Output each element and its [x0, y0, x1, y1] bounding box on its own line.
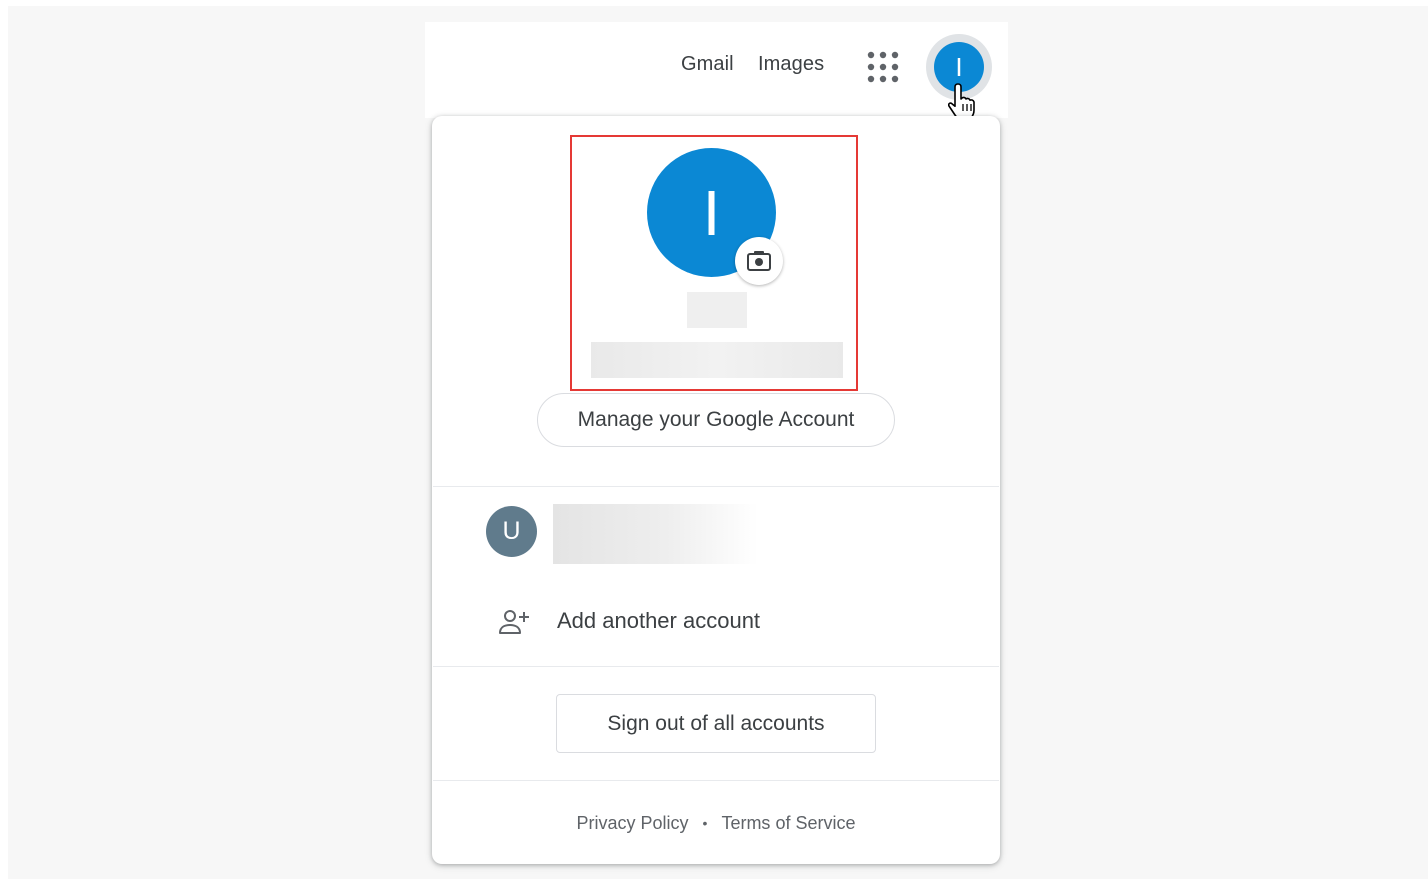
gmail-link[interactable]: Gmail	[681, 53, 734, 76]
sign-out-button[interactable]: Sign out of all accounts	[556, 694, 876, 753]
divider	[433, 666, 999, 667]
images-link[interactable]: Images	[758, 53, 824, 76]
divider	[433, 486, 999, 487]
divider	[433, 780, 999, 781]
footer-separator: •	[702, 815, 708, 831]
add-another-account-link[interactable]: Add another account	[557, 608, 760, 634]
terms-of-service-link[interactable]: Terms of Service	[721, 813, 855, 834]
manage-account-button[interactable]: Manage your Google Account	[537, 393, 895, 447]
add-person-icon	[499, 610, 529, 634]
apps-grid-icon[interactable]	[866, 50, 900, 84]
privacy-policy-link[interactable]: Privacy Policy	[577, 813, 689, 834]
highlight-box	[570, 135, 858, 391]
other-account-avatar[interactable]: U	[486, 506, 537, 557]
panel-footer: Privacy Policy • Terms of Service	[433, 808, 999, 838]
other-account-details-redacted[interactable]	[553, 504, 758, 564]
